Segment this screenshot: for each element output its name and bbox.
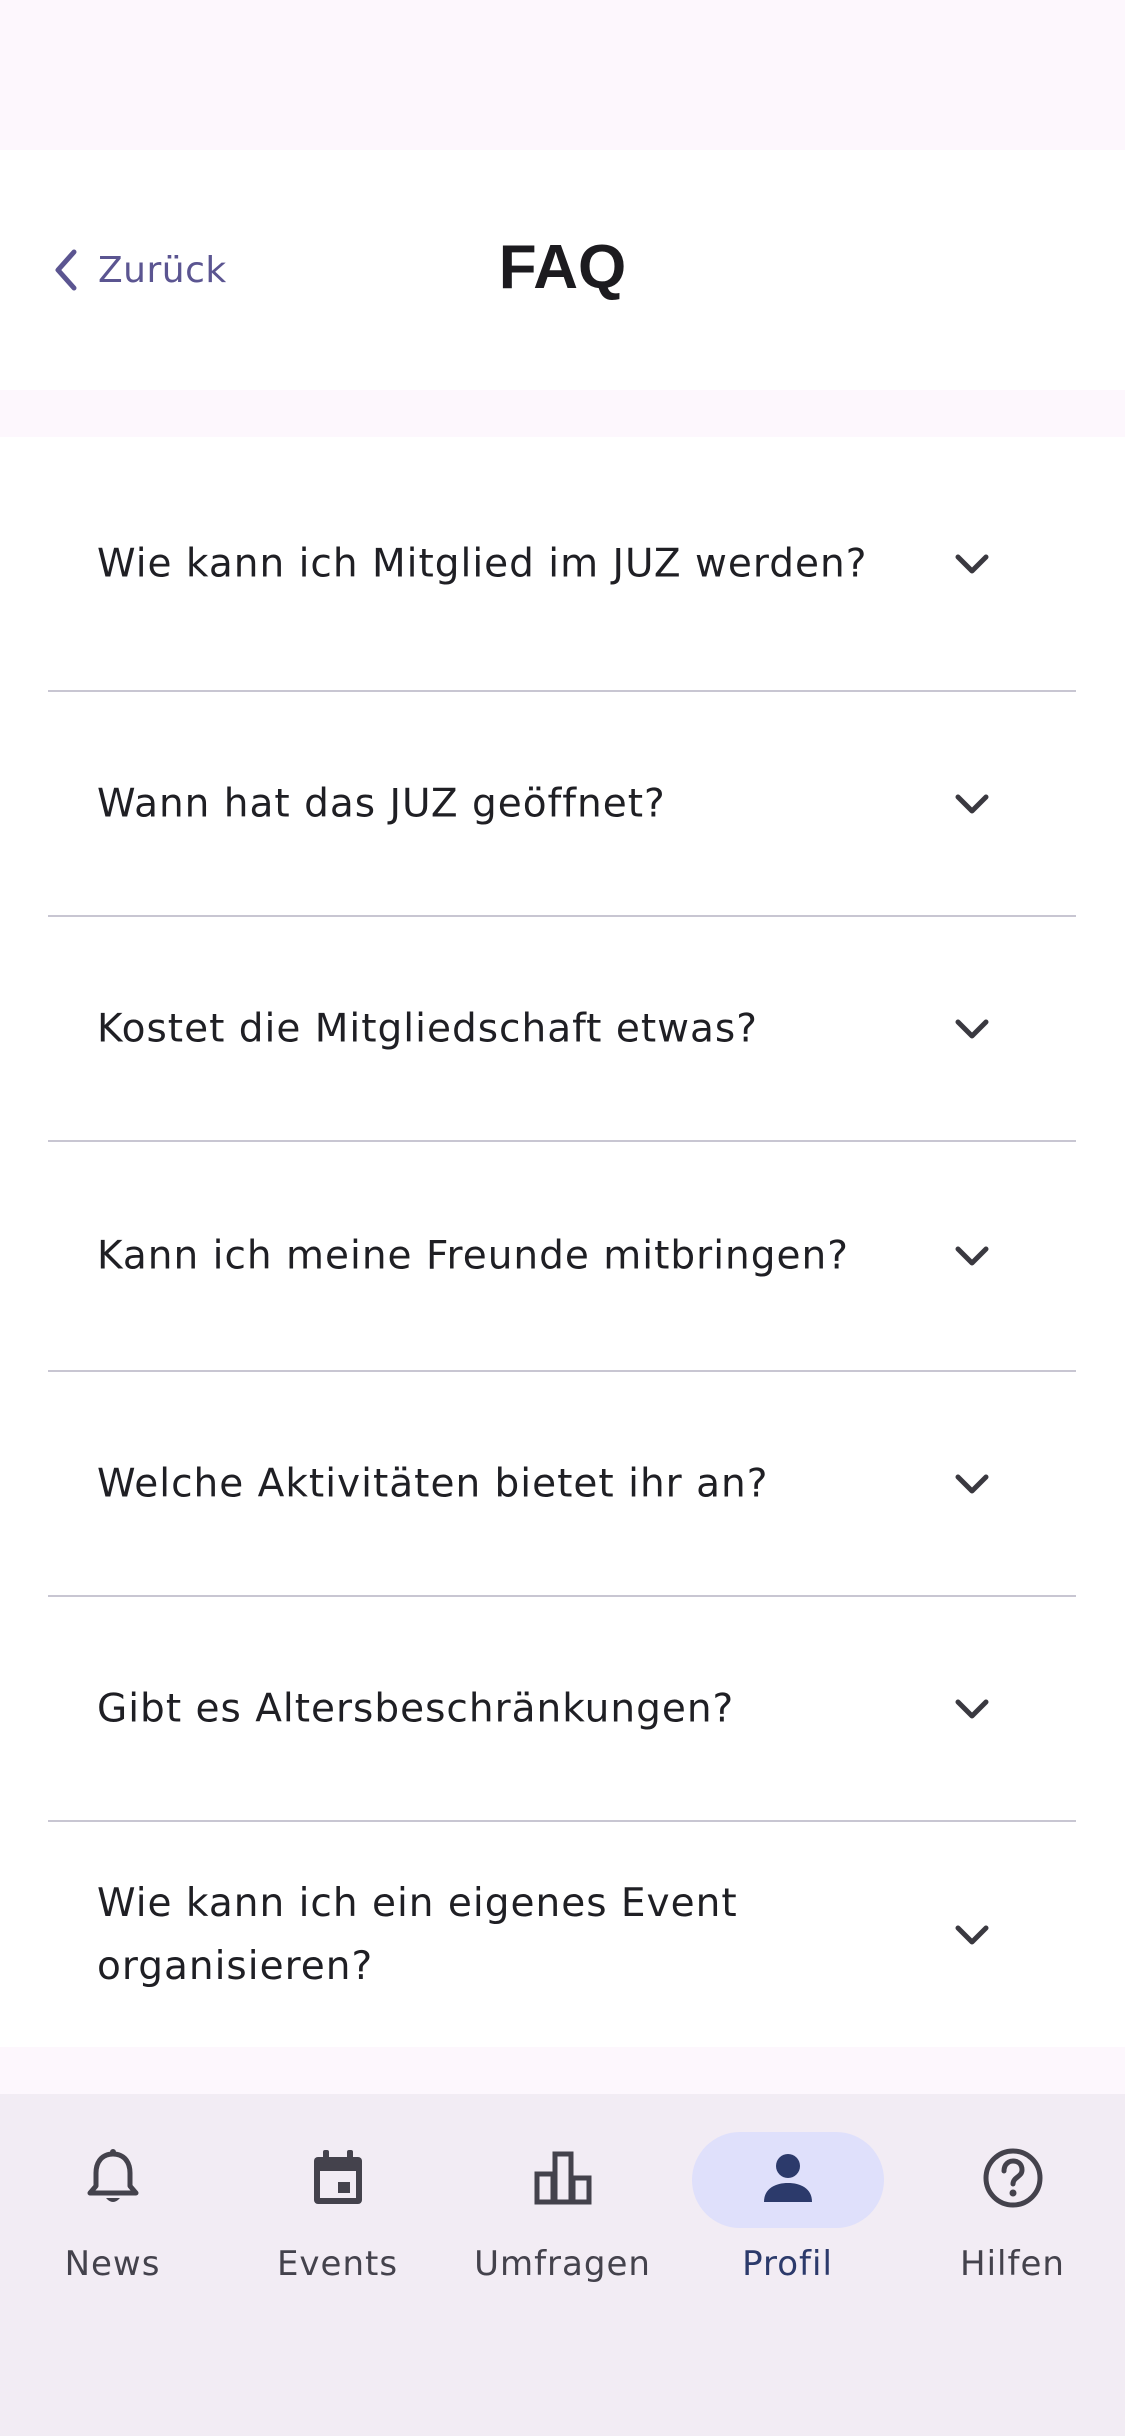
- chevron-down-icon: [952, 784, 992, 824]
- faq-question: Kostet die Mitgliedschaft etwas?: [97, 1006, 758, 1051]
- nav-label: News: [64, 2244, 161, 2284]
- faq-question: Wie kann ich Mitglied im JUZ werden?: [97, 541, 868, 586]
- faq-question: Welche Aktivitäten bietet ihr an?: [97, 1461, 769, 1506]
- nav-icon-container: [467, 2132, 659, 2228]
- faq-question: Wie kann ich ein eigenes Event organisie…: [97, 1880, 738, 1989]
- nav-icon-container: [917, 2132, 1109, 2228]
- bottom-navigation: News Events Umfragen Profil Hilfen: [0, 2094, 1125, 2436]
- nav-item-hilfen[interactable]: Hilfen: [900, 2132, 1125, 2312]
- faq-item-age-limits[interactable]: Gibt es Altersbeschränkungen?: [48, 1597, 1076, 1822]
- nav-label: Umfragen: [474, 2244, 651, 2284]
- nav-item-events[interactable]: Events: [225, 2132, 450, 2312]
- app-header: Zurück FAQ: [0, 150, 1125, 390]
- bar-chart-icon: [532, 2148, 594, 2213]
- calendar-icon: [310, 2148, 366, 2213]
- status-bar: [0, 0, 1125, 150]
- faq-item-membership[interactable]: Wie kann ich Mitglied im JUZ werden?: [48, 437, 1076, 692]
- faq-item-activities[interactable]: Welche Aktivitäten bietet ihr an?: [48, 1372, 1076, 1597]
- nav-item-profil[interactable]: Profil: [675, 2132, 900, 2312]
- nav-label: Events: [276, 2244, 399, 2284]
- nav-label: Hilfen: [960, 2244, 1065, 2284]
- faq-item-own-event[interactable]: Wie kann ich ein eigenes Event organisie…: [48, 1822, 1076, 2047]
- nav-icon-container: [17, 2132, 209, 2228]
- faq-item-opening-hours[interactable]: Wann hat das JUZ geöffnet?: [48, 692, 1076, 917]
- faq-question: Kann ich meine Freunde mitbringen?: [97, 1233, 849, 1279]
- chevron-down-icon: [952, 1009, 992, 1049]
- faq-list: Wie kann ich Mitglied im JUZ werden? Wan…: [0, 437, 1125, 2047]
- faq-question: Wann hat das JUZ geöffnet?: [97, 781, 666, 826]
- chevron-down-icon: [952, 1689, 992, 1729]
- help-circle-icon: [982, 2147, 1044, 2214]
- person-icon: [760, 2150, 816, 2211]
- chevron-down-icon: [952, 1464, 992, 1504]
- nav-label: Profil: [742, 2244, 833, 2284]
- nav-icon-container: [691, 2132, 884, 2228]
- faq-item-membership-cost[interactable]: Kostet die Mitgliedschaft etwas?: [48, 917, 1076, 1142]
- chevron-down-icon: [952, 1915, 992, 1955]
- faq-question: Gibt es Altersbeschränkungen?: [97, 1686, 735, 1731]
- chevron-down-icon: [952, 544, 992, 584]
- nav-icon-container: [242, 2132, 434, 2228]
- chevron-down-icon: [952, 1236, 992, 1276]
- nav-item-umfragen[interactable]: Umfragen: [450, 2132, 675, 2312]
- bell-icon: [85, 2148, 141, 2213]
- nav-item-news[interactable]: News: [0, 2132, 225, 2312]
- faq-item-bring-friends[interactable]: Kann ich meine Freunde mitbringen?: [48, 1142, 1076, 1372]
- page-title: FAQ: [498, 233, 627, 302]
